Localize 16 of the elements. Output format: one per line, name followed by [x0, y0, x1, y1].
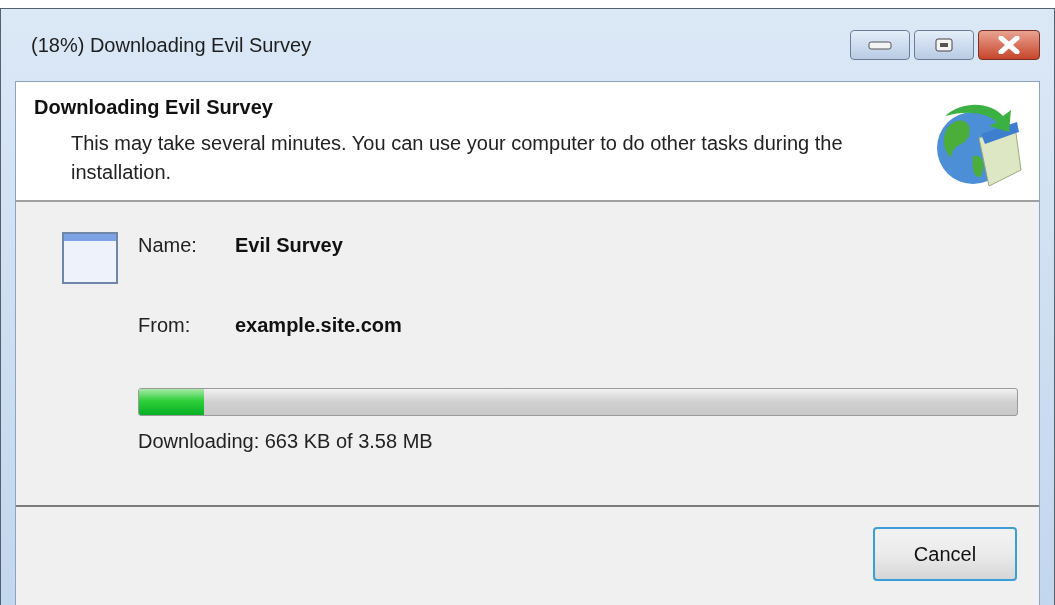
minimize-icon: [868, 40, 892, 50]
close-button[interactable]: [978, 30, 1040, 60]
minimize-button[interactable]: [850, 30, 910, 60]
field-label: Name:: [138, 234, 198, 257]
maximize-icon: [935, 38, 953, 52]
header-title: Downloading Evil Survey: [34, 96, 274, 119]
header-description: This may take several minutes. You can use your computer to do other tasks during the installation.: [70, 131, 844, 185]
maximize-button[interactable]: [914, 30, 974, 60]
close-icon: [998, 36, 1020, 54]
window-title: (18%) Downloading Evil Survey: [31, 33, 312, 57]
cancel-button[interactable]: Cancel: [873, 527, 1017, 581]
field-value: example.site.com: [235, 314, 402, 337]
field-label: From:: [138, 314, 192, 337]
progress-status: Downloading: 663 KB of 3.58 MB: [138, 430, 434, 453]
field-value: Evil Survey: [235, 234, 343, 257]
window-icon: [62, 232, 118, 284]
